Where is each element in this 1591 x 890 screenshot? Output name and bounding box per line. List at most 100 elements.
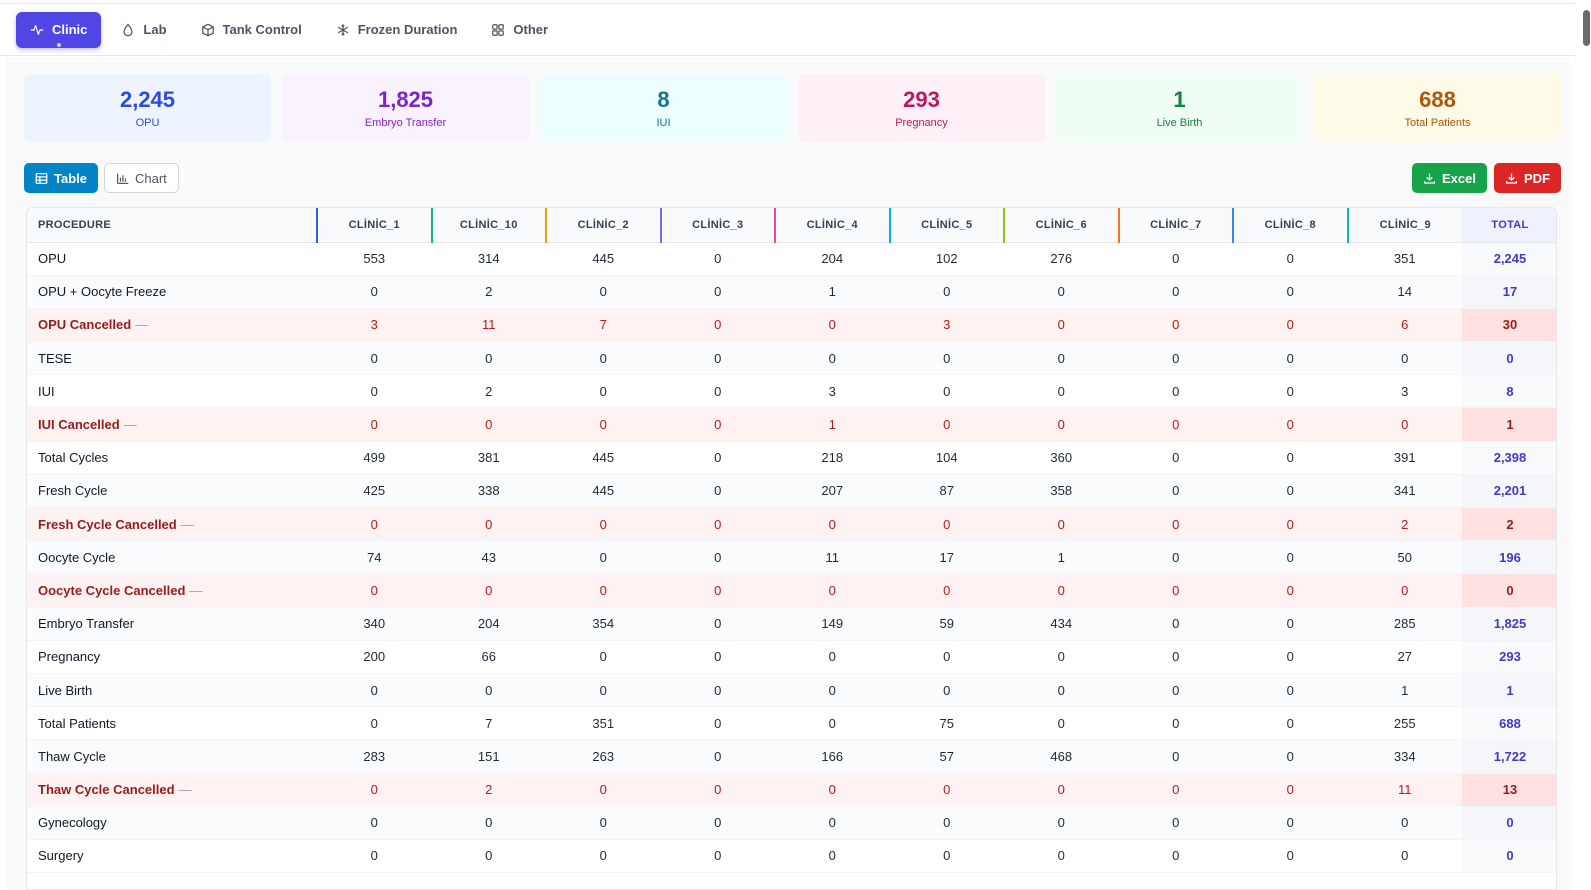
procedures-table: PROCEDURE CLİNİC_1 CLİNİC_10 CLİNİC_2 CLİNİC…	[27, 208, 1556, 874]
value-cell: 7	[431, 706, 546, 741]
download-icon	[1505, 173, 1518, 184]
value-cell: 3	[889, 308, 1004, 343]
stat-label: Pregnancy	[895, 117, 948, 129]
procedure-name: Gynecology	[38, 815, 107, 831]
column-header-clinic[interactable]: CLİNİC_9	[1346, 208, 1462, 243]
value-cell: 1	[1004, 540, 1119, 575]
value-cell: 0	[431, 341, 546, 376]
value-cell: 354	[546, 607, 661, 641]
column-header-clinic[interactable]: CLİNİC_1	[316, 208, 432, 243]
value-cell: 104	[889, 441, 1004, 475]
value-cell: 0	[1233, 441, 1348, 475]
value-cell: 0	[1118, 275, 1233, 309]
droplet-icon	[121, 23, 135, 37]
column-header-procedure[interactable]: PROCEDURE	[27, 208, 317, 243]
column-header-clinic[interactable]: CLİNİC_5	[888, 208, 1004, 243]
value-cell: 0	[889, 407, 1004, 442]
tab-label: Lab	[143, 22, 167, 37]
value-cell: 468	[1004, 739, 1119, 774]
value-cell: 0	[1233, 474, 1348, 509]
value-cell: 11	[775, 540, 890, 575]
value-cell: 0	[660, 341, 775, 376]
value-cell: 149	[775, 607, 890, 641]
stat-label: IUI	[656, 117, 671, 129]
total-cell: 0	[1462, 806, 1556, 840]
total-cell: 293	[1462, 640, 1556, 674]
value-cell: 351	[546, 706, 661, 741]
page-scrollbar[interactable]	[1575, 0, 1591, 890]
total-cell: 1	[1462, 673, 1556, 708]
column-header-clinic[interactable]: CLİNİC_4	[774, 208, 890, 243]
column-header-clinic[interactable]: CLİNİC_3	[659, 208, 775, 243]
total-cell: 1,722	[1462, 739, 1556, 774]
value-cell: 0	[317, 374, 432, 409]
column-header-total[interactable]: TOTAL	[1462, 208, 1556, 243]
value-cell: 0	[1004, 407, 1119, 442]
procedure-name-cell: OPU + Oocyte Freeze	[27, 275, 317, 309]
scrollbar-thumb[interactable]	[1583, 10, 1590, 46]
column-header-clinic[interactable]: CLİNİC_2	[545, 208, 661, 243]
export-excel-button[interactable]: Excel	[1412, 163, 1487, 193]
value-cell: 0	[1118, 374, 1233, 409]
table-row: Gynecology 0 0 0 0 0 0 0 0 0 0 0	[27, 806, 1556, 840]
table-row: TESE 0 0 0 0 0 0 0 0 0 0 0	[27, 341, 1556, 376]
column-header-clinic[interactable]: CLİNİC_8	[1232, 208, 1348, 243]
tab-lab[interactable]: Lab	[107, 12, 180, 48]
tab-label: Frozen Duration	[357, 22, 458, 37]
value-cell: 27	[1347, 640, 1462, 674]
value-cell: 255	[1347, 706, 1462, 741]
tab-tank-control[interactable]: Tank Control	[187, 12, 316, 48]
column-header-clinic[interactable]: CLİNİC_6	[1003, 208, 1119, 243]
value-cell: 0	[660, 640, 775, 674]
value-cell: 3	[317, 308, 432, 343]
value-cell: 0	[660, 374, 775, 409]
cancelled-marker: —	[178, 782, 192, 798]
value-cell: 0	[546, 507, 661, 542]
value-cell: 0	[1233, 839, 1348, 874]
value-cell: 381	[431, 441, 546, 475]
value-cell: 0	[660, 540, 775, 575]
value-cell: 2	[431, 275, 546, 309]
value-cell: 0	[1347, 573, 1462, 608]
value-cell: 0	[546, 540, 661, 575]
procedure-name-cell: Live Birth	[27, 673, 317, 708]
tab-other[interactable]: Other	[477, 12, 562, 48]
table-row: Total Patients 0 7 351 0 0 75 0 0 0 255 688	[27, 706, 1556, 741]
tab-label: Tank Control	[222, 22, 302, 37]
stat-card-total-patients: 688 Total Patients	[1314, 74, 1561, 142]
cancelled-marker: —	[123, 417, 137, 433]
stat-card-pregnancy: 293 Pregnancy	[798, 74, 1045, 142]
value-cell: 0	[317, 773, 432, 807]
value-cell: 74	[317, 540, 432, 575]
export-pdf-button[interactable]: PDF	[1494, 163, 1561, 193]
total-cell: 1,825	[1462, 607, 1556, 641]
value-cell: 151	[431, 739, 546, 774]
column-header-clinic[interactable]: CLİNİC_7	[1117, 208, 1233, 243]
value-cell: 0	[660, 441, 775, 475]
value-cell: 14	[1347, 275, 1462, 309]
tab-label: Other	[513, 22, 549, 37]
table-row: Oocyte Cycle 74 43 0 0 11 17 1 0 0 50 196	[27, 540, 1556, 575]
tab-frozen-duration[interactable]: Frozen Duration	[322, 12, 472, 48]
value-cell: 0	[660, 474, 775, 509]
value-cell: 0	[1347, 407, 1462, 442]
value-cell: 0	[660, 242, 775, 276]
procedure-name-cell: Fresh Cycle	[27, 474, 317, 509]
table-view-button[interactable]: Table	[24, 163, 98, 193]
column-header-clinic[interactable]: CLİNİC_10	[430, 208, 546, 243]
chart-view-button[interactable]: Chart	[104, 163, 179, 193]
stat-card-embryo-transfer: 1,825 Embryo Transfer	[282, 74, 529, 142]
value-cell: 0	[1118, 640, 1233, 674]
value-cell: 445	[546, 242, 661, 276]
chart-view-label: Chart	[135, 170, 167, 186]
table-row: Surgery 0 0 0 0 0 0 0 0 0 0 0	[27, 839, 1556, 874]
cancelled-marker: —	[180, 516, 194, 532]
total-cell: 30	[1462, 308, 1556, 343]
value-cell: 0	[775, 839, 890, 874]
value-cell: 0	[660, 839, 775, 874]
value-cell: 0	[317, 407, 432, 442]
tab-clinic[interactable]: Clinic	[16, 11, 102, 48]
procedure-name-cell: Total Cycles	[27, 441, 317, 475]
value-cell: 0	[431, 507, 546, 542]
value-cell: 0	[1233, 673, 1348, 708]
